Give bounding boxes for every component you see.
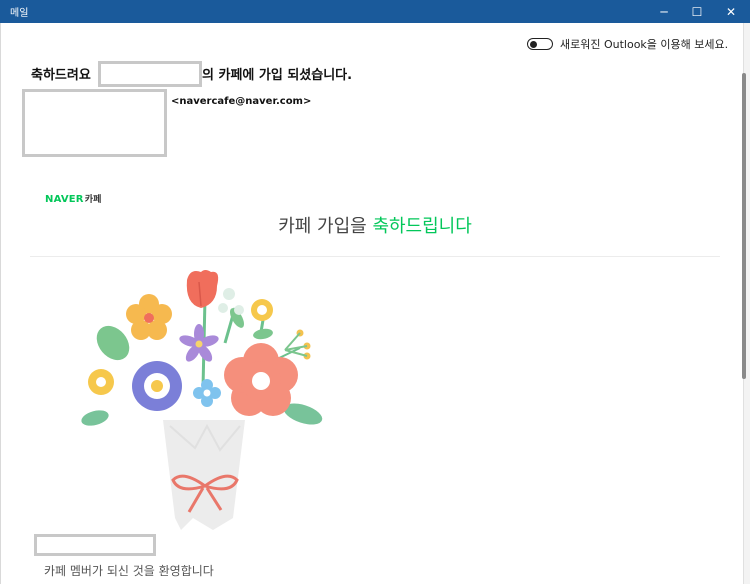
redacted-sender-avatar bbox=[22, 89, 167, 157]
leaf-left-bottom bbox=[81, 410, 109, 426]
flower-bouquet-illustration bbox=[81, 270, 323, 530]
logo-naver-text: NAVER bbox=[45, 194, 84, 205]
close-icon: ✕ bbox=[725, 4, 737, 19]
minimize-icon: ─ bbox=[660, 4, 668, 19]
headline-prefix: 카페 가입을 bbox=[278, 216, 373, 237]
outlook-toggle-label: 새로워진 Outlook을 이용해 보세요. bbox=[560, 38, 729, 51]
blue-flower bbox=[132, 361, 182, 411]
window-title: 메일 bbox=[10, 8, 29, 19]
vertical-scrollbar[interactable] bbox=[742, 73, 746, 379]
congrats-headline: 카페 가입을 축하드립니다 bbox=[0, 212, 750, 238]
left-window-edge bbox=[0, 23, 1, 584]
message-subject-suffix: 의 카페에 가입 되셨습니다. bbox=[202, 68, 353, 83]
toggle-off-icon[interactable] bbox=[527, 38, 553, 50]
welcome-message: 카페 멤버가 되신 것을 환영합니다 bbox=[44, 564, 214, 578]
headline-accent: 축하드립니다 bbox=[372, 216, 472, 237]
redacted-nickname bbox=[34, 534, 156, 556]
redacted-cafe-name bbox=[98, 61, 202, 87]
naver-cafe-logo: NAVER카페 bbox=[45, 192, 102, 205]
tulip bbox=[186, 270, 219, 308]
maximize-button[interactable]: ☐ bbox=[680, 0, 714, 23]
yellow-flower-small bbox=[251, 299, 273, 321]
yellow-flower-left bbox=[88, 369, 114, 395]
outlook-toggle-row[interactable]: 새로워진 Outlook을 이용해 보세요. bbox=[527, 36, 728, 52]
sender-email[interactable]: <navercafe@naver.com> bbox=[171, 96, 311, 107]
message-subject-prefix: 축하드려요 bbox=[31, 68, 91, 83]
close-button[interactable]: ✕ bbox=[714, 0, 748, 23]
content-divider bbox=[30, 256, 720, 257]
logo-cafe-text: 카페 bbox=[84, 195, 102, 205]
orange-flower bbox=[126, 294, 172, 340]
maximize-icon: ☐ bbox=[691, 4, 703, 19]
leaf-left-top bbox=[96, 325, 130, 361]
minimize-button[interactable]: ─ bbox=[647, 0, 681, 23]
bouquet-wrap bbox=[163, 420, 245, 530]
light-blue-flower bbox=[193, 379, 221, 407]
toggle-knob bbox=[530, 40, 537, 48]
purple-flower-small bbox=[179, 324, 219, 362]
title-bar: 메일 ─ ☐ ✕ bbox=[0, 0, 750, 23]
